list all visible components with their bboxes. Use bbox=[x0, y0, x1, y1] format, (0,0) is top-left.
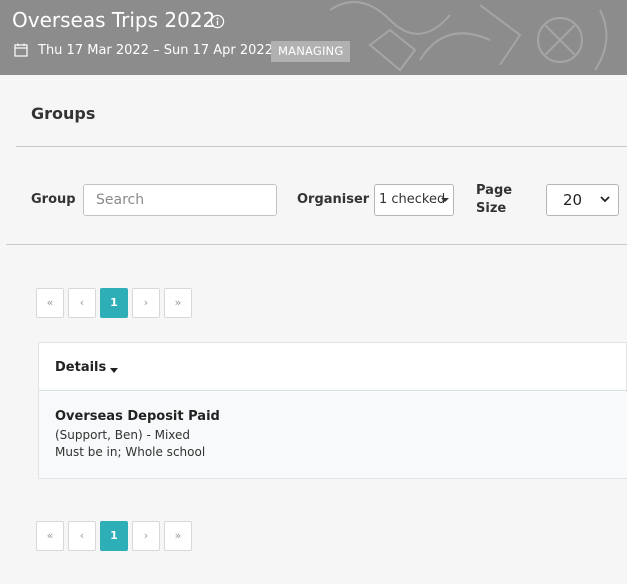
status-badge: MANAGING bbox=[271, 41, 351, 62]
first-page-button[interactable]: « bbox=[36, 288, 64, 318]
next-page-button[interactable]: › bbox=[132, 521, 160, 551]
group-label: Group bbox=[31, 192, 76, 207]
next-page-button[interactable]: › bbox=[132, 288, 160, 318]
table-header[interactable]: Details bbox=[39, 343, 627, 391]
divider bbox=[16, 146, 627, 147]
organiser-label: Organiser bbox=[297, 192, 370, 207]
row-subtitle: (Support, Ben) - Mixed bbox=[55, 428, 191, 442]
page-1-button[interactable]: 1 bbox=[100, 288, 128, 318]
calendar-icon bbox=[14, 43, 28, 57]
page-title: Overseas Trips 2022 bbox=[12, 8, 216, 32]
divider bbox=[6, 244, 627, 245]
page-1-button[interactable]: 1 bbox=[100, 521, 128, 551]
page-size-label-line2: Size bbox=[476, 201, 507, 216]
header-banner: Overseas Trips 2022 Thu 17 Mar 2022 – Su… bbox=[0, 0, 627, 75]
row-detail: Must be in; Whole school bbox=[55, 445, 206, 459]
row-title[interactable]: Overseas Deposit Paid bbox=[55, 409, 220, 424]
page-size-select[interactable]: 20 bbox=[546, 184, 619, 216]
sort-caret-icon[interactable] bbox=[110, 368, 118, 373]
search-input[interactable] bbox=[83, 184, 277, 216]
first-page-button[interactable]: « bbox=[36, 521, 64, 551]
organiser-dropdown[interactable]: 1 checked bbox=[374, 184, 454, 216]
page-size-label-line1: Page bbox=[476, 183, 513, 198]
section-title: Groups bbox=[31, 104, 96, 123]
organiser-value: 1 checked bbox=[379, 192, 446, 207]
info-icon[interactable] bbox=[210, 14, 225, 29]
groups-table: Details Overseas Deposit Paid (Support, … bbox=[38, 342, 627, 479]
prev-page-button[interactable]: ‹ bbox=[68, 288, 96, 318]
page-size-value: 20 bbox=[563, 191, 583, 209]
last-page-button[interactable]: » bbox=[164, 288, 192, 318]
table-row[interactable]: Overseas Deposit Paid (Support, Ben) - M… bbox=[39, 392, 627, 478]
date-range: Thu 17 Mar 2022 – Sun 17 Apr 2022 bbox=[38, 43, 273, 58]
caret-down-icon bbox=[441, 198, 449, 202]
last-page-button[interactable]: » bbox=[164, 521, 192, 551]
chevron-down-icon bbox=[600, 196, 610, 203]
prev-page-button[interactable]: ‹ bbox=[68, 521, 96, 551]
details-column-header[interactable]: Details bbox=[55, 360, 106, 375]
